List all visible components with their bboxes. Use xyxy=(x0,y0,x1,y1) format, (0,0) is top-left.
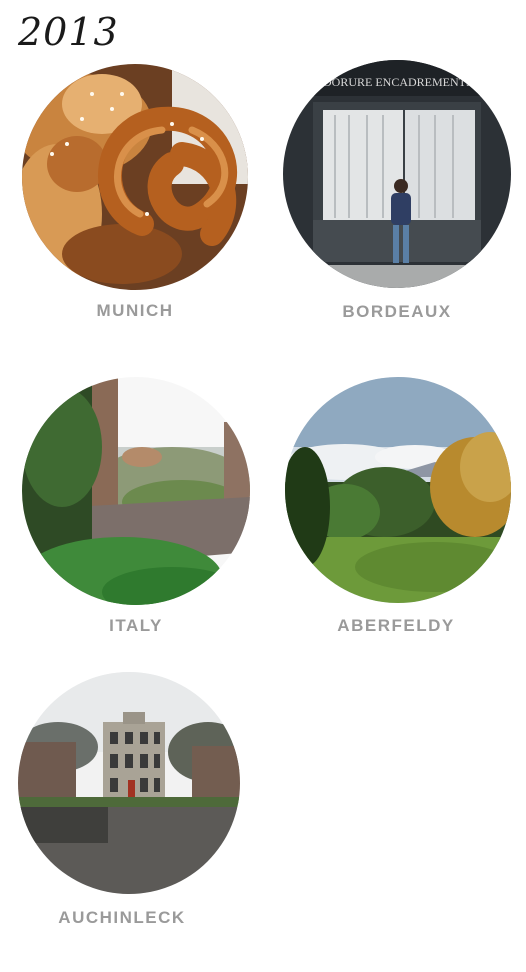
bordeaux-photo[interactable]: DORURE ENCADREMENTS xyxy=(283,60,511,288)
auchinleck-label[interactable]: AUCHINLECK xyxy=(2,908,242,928)
munich-label[interactable]: MUNICH xyxy=(15,301,255,321)
munich-photo[interactable] xyxy=(22,64,248,290)
year-heading: 2013 xyxy=(18,10,119,54)
shop-sign: DORURE ENCADREMENTS xyxy=(323,75,473,89)
house-image xyxy=(18,672,240,894)
ruins-image xyxy=(22,377,250,605)
aberfeldy-label[interactable]: ABERFELDY xyxy=(276,616,516,636)
bordeaux-label[interactable]: BORDEAUX xyxy=(277,302,517,322)
italy-photo[interactable] xyxy=(22,377,250,605)
auchinleck-photo[interactable] xyxy=(18,672,240,894)
storefront-image: DORURE ENCADREMENTS xyxy=(283,60,511,288)
aberfeldy-photo[interactable] xyxy=(285,377,511,603)
italy-label[interactable]: ITALY xyxy=(16,616,256,636)
pretzel-image xyxy=(22,64,248,290)
landscape-image xyxy=(285,377,511,603)
